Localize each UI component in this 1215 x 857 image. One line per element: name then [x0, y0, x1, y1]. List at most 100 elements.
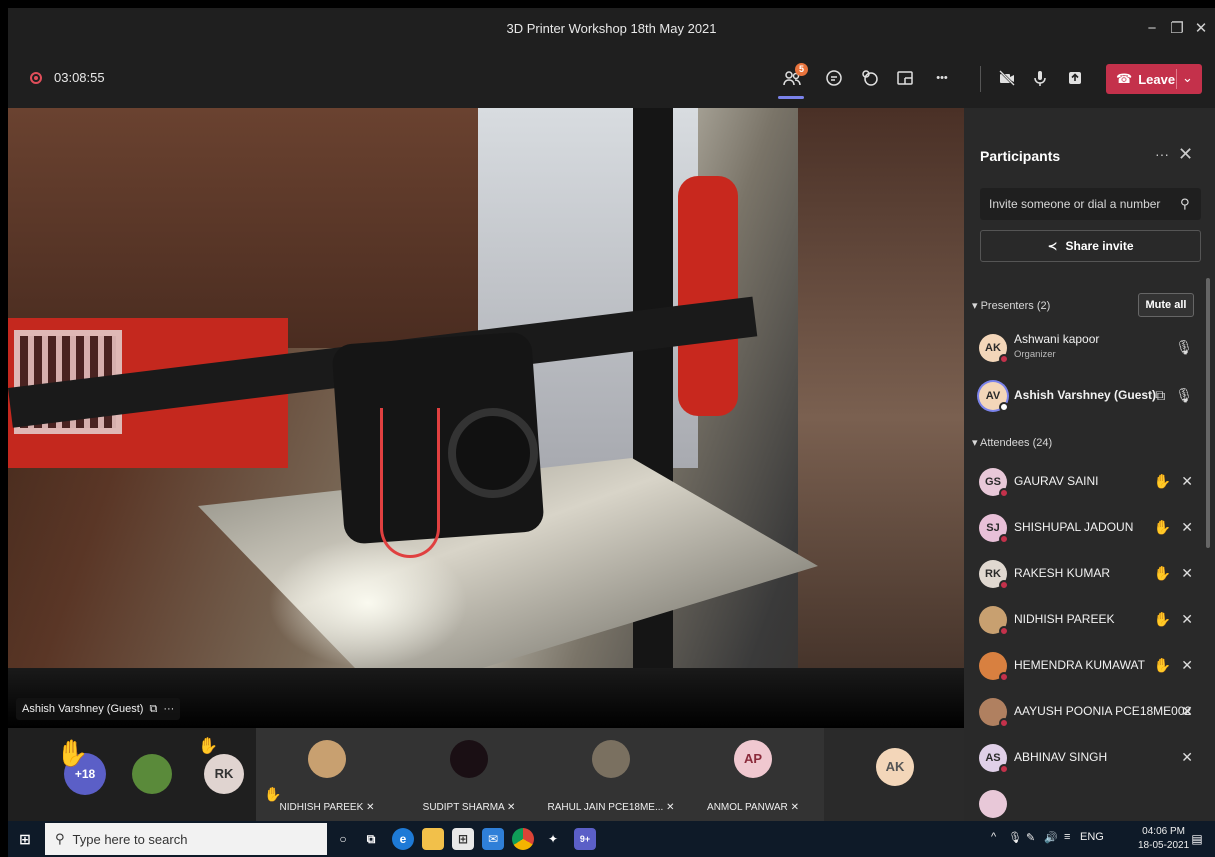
- collapse-icon: ▾: [972, 300, 981, 312]
- participant-name: SHISHUPAL JADOUN: [1014, 520, 1134, 534]
- avatar-photo: [979, 698, 1009, 728]
- participants-count-badge: 5: [795, 63, 808, 76]
- participant-row[interactable]: HEMENDRA KUMAWAT ✋ ✕: [964, 643, 1201, 689]
- avatar-photo: [592, 740, 630, 778]
- store-icon[interactable]: ⊞: [452, 828, 474, 850]
- tile-name: NIDHISH PAREEK ✕: [279, 802, 375, 813]
- printer-vertical-rail: [633, 108, 673, 728]
- printer-fan: [448, 408, 538, 498]
- video-tile[interactable]: ✋ NIDHISH PAREEK ✕: [256, 728, 398, 821]
- mic-muted-icon: ✕: [1181, 657, 1193, 673]
- windows-taskbar: ⊞ ⚲ Type here to search ○ ⧉ e ⊞ ✉ ✦ 9+ ^…: [8, 821, 1215, 857]
- participant-name: Ashish Varshney (Guest): [1014, 388, 1157, 402]
- panel-scrollbar[interactable]: [1206, 278, 1210, 548]
- participant-row[interactable]: RK RAKESH KUMAR ✋ ✕: [964, 551, 1201, 597]
- phone-hangup-icon: ☎: [1116, 71, 1133, 86]
- chrome-icon[interactable]: [512, 828, 534, 850]
- attendees-section-header[interactable]: ▾ Attendees (24): [972, 436, 1052, 449]
- search-icon[interactable]: ⚲: [1180, 196, 1190, 212]
- avatar-photo: [450, 740, 488, 778]
- camera-toggle-button[interactable]: [993, 64, 1021, 92]
- file-explorer-icon[interactable]: [422, 828, 444, 850]
- video-tile[interactable]: AK: [824, 728, 964, 821]
- share-screen-button[interactable]: [1061, 64, 1089, 92]
- minimize-button[interactable]: −: [1141, 18, 1163, 40]
- video-tile[interactable]: SUDIPT SHARMA ✕: [398, 728, 540, 821]
- panel-close-button[interactable]: ✕: [1178, 144, 1193, 165]
- raised-hand-icon: ✋: [1153, 657, 1172, 673]
- edge-icon[interactable]: e: [392, 828, 414, 850]
- invite-input[interactable]: [980, 188, 1170, 220]
- participant-row[interactable]: GS GAURAV SAINI ✋ ✕: [964, 459, 1201, 505]
- chat-button[interactable]: [820, 64, 848, 92]
- meeting-toolbar: 03:08:55 5 ••• ☎ Leave ⌄: [8, 50, 1215, 108]
- toolbar-divider: [980, 66, 981, 92]
- active-indicator: [778, 96, 804, 99]
- cortana-icon[interactable]: ○: [332, 828, 354, 850]
- video-more-button[interactable]: ···: [163, 703, 174, 715]
- rooms-button[interactable]: [891, 64, 919, 92]
- microphone-icon[interactable]: 🎙: [1175, 339, 1193, 356]
- participant-name: Ashwani kapoor: [1014, 332, 1100, 346]
- collapse-icon: ▾: [972, 437, 980, 449]
- participant-row[interactable]: SJ SHISHUPAL JADOUN ✋ ✕: [964, 505, 1201, 551]
- avatar: SJ: [979, 514, 1009, 544]
- taskbar-search[interactable]: ⚲ Type here to search: [45, 823, 327, 855]
- avatar-photo: [979, 652, 1009, 682]
- tile-name: ANMOL PANWAR ✕: [707, 802, 799, 813]
- close-window-button[interactable]: ✕: [1190, 18, 1212, 40]
- presenters-section-header[interactable]: ▾ Presenters (2): [972, 299, 1050, 312]
- participant-row[interactable]: NIDHISH PAREEK ✋ ✕: [964, 597, 1201, 643]
- participant-name: ABHINAV SINGH: [1014, 750, 1108, 764]
- rk-avatar[interactable]: RK: [204, 754, 244, 794]
- participant-name: NIDHISH PAREEK: [1014, 612, 1115, 626]
- reactions-button[interactable]: [856, 64, 884, 92]
- panel-more-button[interactable]: ···: [1155, 146, 1169, 162]
- mic-muted-icon: ✕: [1181, 473, 1193, 489]
- system-clock[interactable]: 04:06 PM 18-05-2021: [1138, 825, 1189, 853]
- tray-overflow-icon[interactable]: ^: [991, 831, 996, 843]
- tray-mic-icon[interactable]: 🎙: [1008, 831, 1022, 844]
- presenter-icon: ⧉: [149, 702, 158, 715]
- invite-box: ⚲: [980, 188, 1201, 220]
- leave-button[interactable]: ☎ Leave ⌄: [1106, 64, 1202, 94]
- video-right-area: [798, 108, 964, 728]
- mic-muted-icon: ✕: [1181, 749, 1193, 765]
- windows-start-icon[interactable]: ⊞: [14, 828, 36, 850]
- avatar-partial: [979, 790, 1007, 818]
- mic-toggle-button[interactable]: [1026, 64, 1054, 92]
- video-tile[interactable]: RAHUL JAIN PCE18ME... ✕: [540, 728, 682, 821]
- window-title: 3D Printer Workshop 18th May 2021: [506, 21, 717, 36]
- search-icon: ⚲: [55, 831, 65, 846]
- share-screen-icon: [1069, 72, 1081, 84]
- task-view-icon[interactable]: ⧉: [360, 828, 382, 850]
- participant-row[interactable]: AV Ashish Varshney (Guest) ⧉ 🎙: [964, 373, 1201, 419]
- participant-row[interactable]: AS ABHINAV SINGH ✕: [964, 735, 1201, 781]
- participant-row[interactable]: AK Ashwani kapoor Organizer 🎙: [964, 325, 1201, 371]
- microphone-icon[interactable]: 🎙: [1175, 387, 1193, 404]
- recording-icon: [30, 72, 42, 84]
- mic-muted-icon: ✕: [1181, 519, 1193, 535]
- app-icon[interactable]: ✦: [542, 828, 564, 850]
- mail-icon[interactable]: ✉: [482, 828, 504, 850]
- mute-all-button[interactable]: Mute all: [1138, 293, 1194, 317]
- ak-avatar: AK: [876, 748, 914, 786]
- tray-pen-icon[interactable]: ✎: [1026, 831, 1035, 844]
- more-actions-button[interactable]: •••: [928, 64, 956, 92]
- mic-muted-icon: ✕: [1181, 611, 1193, 627]
- volume-icon[interactable]: 🔊: [1044, 831, 1058, 844]
- maximize-button[interactable]: ❐: [1166, 18, 1188, 40]
- chevron-down-icon[interactable]: ⌄: [1182, 70, 1193, 86]
- mic-muted-icon: ✕: [366, 802, 375, 813]
- participant-role: Organizer: [1014, 349, 1056, 360]
- tile-name: RAHUL JAIN PCE18ME... ✕: [547, 802, 675, 813]
- network-icon[interactable]: ≡: [1064, 831, 1070, 843]
- teams-icon[interactable]: 9+: [574, 828, 596, 850]
- language-indicator[interactable]: ENG: [1080, 831, 1104, 843]
- notification-icon[interactable]: ▤: [1186, 828, 1208, 850]
- participant-photo-avatar[interactable]: [132, 754, 172, 794]
- video-tile[interactable]: AP ANMOL PANWAR ✕: [682, 728, 824, 821]
- share-invite-button[interactable]: ≺ Share invite: [980, 230, 1201, 262]
- participant-row[interactable]: AAYUSH POONIA PCE18ME002 ✕: [964, 689, 1201, 735]
- camera-off-icon: [999, 70, 1015, 86]
